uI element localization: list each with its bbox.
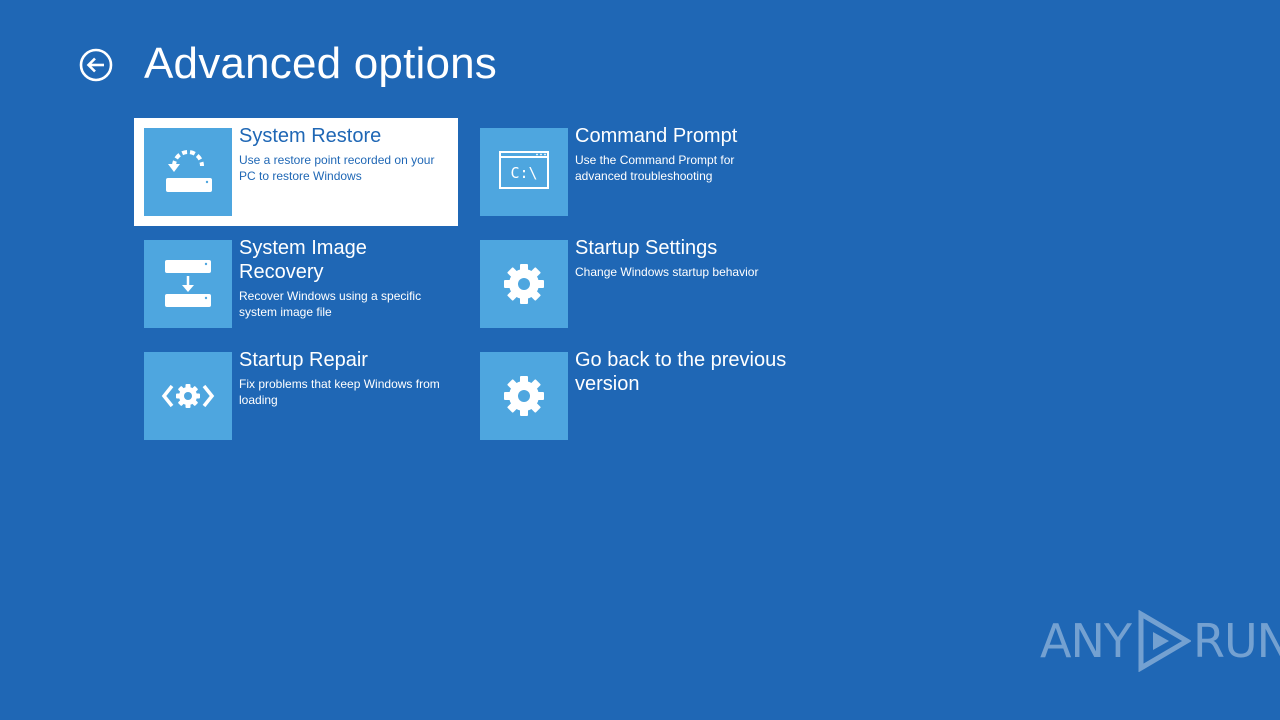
system-restore-icon (166, 150, 212, 192)
option-startup-repair[interactable]: Startup Repair Fix problems that keep Wi… (134, 342, 458, 450)
option-go-back-previous-version[interactable]: Go back to the previous version (470, 342, 794, 450)
option-title: System Image Recovery (239, 237, 367, 283)
option-tile (480, 240, 568, 328)
option-title: Startup Repair (239, 349, 368, 371)
option-tile (144, 128, 232, 216)
option-description: Use a restore point recorded on your PC … (239, 153, 435, 183)
watermark-text-right: RUN (1192, 614, 1280, 668)
page-title: Advanced options (144, 39, 498, 88)
option-system-image-recovery[interactable]: System Image Recovery Recover Windows us… (134, 230, 458, 338)
option-description: Fix problems that keep Windows from load… (239, 377, 440, 407)
anyrun-watermark: ANY RUN (1040, 606, 1280, 676)
option-tile (144, 352, 232, 440)
option-tile (480, 352, 568, 440)
option-title: Startup Settings (575, 237, 718, 259)
back-arrow-circle-icon (79, 48, 113, 82)
option-command-prompt[interactable]: C:\ Command Prompt Use the Command Promp… (470, 118, 794, 226)
option-tile: C:\ (480, 128, 568, 216)
option-description: Use the Command Prompt for advanced trou… (575, 153, 735, 183)
play-triangle-icon (1138, 610, 1191, 672)
option-description: Change Windows startup behavior (575, 265, 759, 279)
system-image-recovery-icon (165, 260, 211, 307)
option-tile (144, 240, 232, 328)
option-title: Command Prompt (575, 125, 738, 147)
watermark-text-left: ANY (1040, 614, 1132, 668)
back-button[interactable] (78, 47, 114, 83)
command-prompt-icon-text: C:\ (510, 164, 537, 182)
gear-icon (504, 376, 544, 416)
startup-repair-icon (161, 384, 215, 408)
option-description: Recover Windows using a specific system … (239, 289, 422, 319)
command-prompt-icon: C:\ (499, 151, 549, 189)
advanced-options-screen: Advanced options System Restore Use a re… (0, 0, 1280, 720)
option-title: System Restore (239, 125, 382, 147)
option-title: Go back to the previous version (575, 349, 787, 395)
gear-icon (504, 264, 544, 304)
option-system-restore[interactable]: System Restore Use a restore point recor… (134, 118, 458, 226)
option-startup-settings[interactable]: Startup Settings Change Windows startup … (470, 230, 794, 338)
